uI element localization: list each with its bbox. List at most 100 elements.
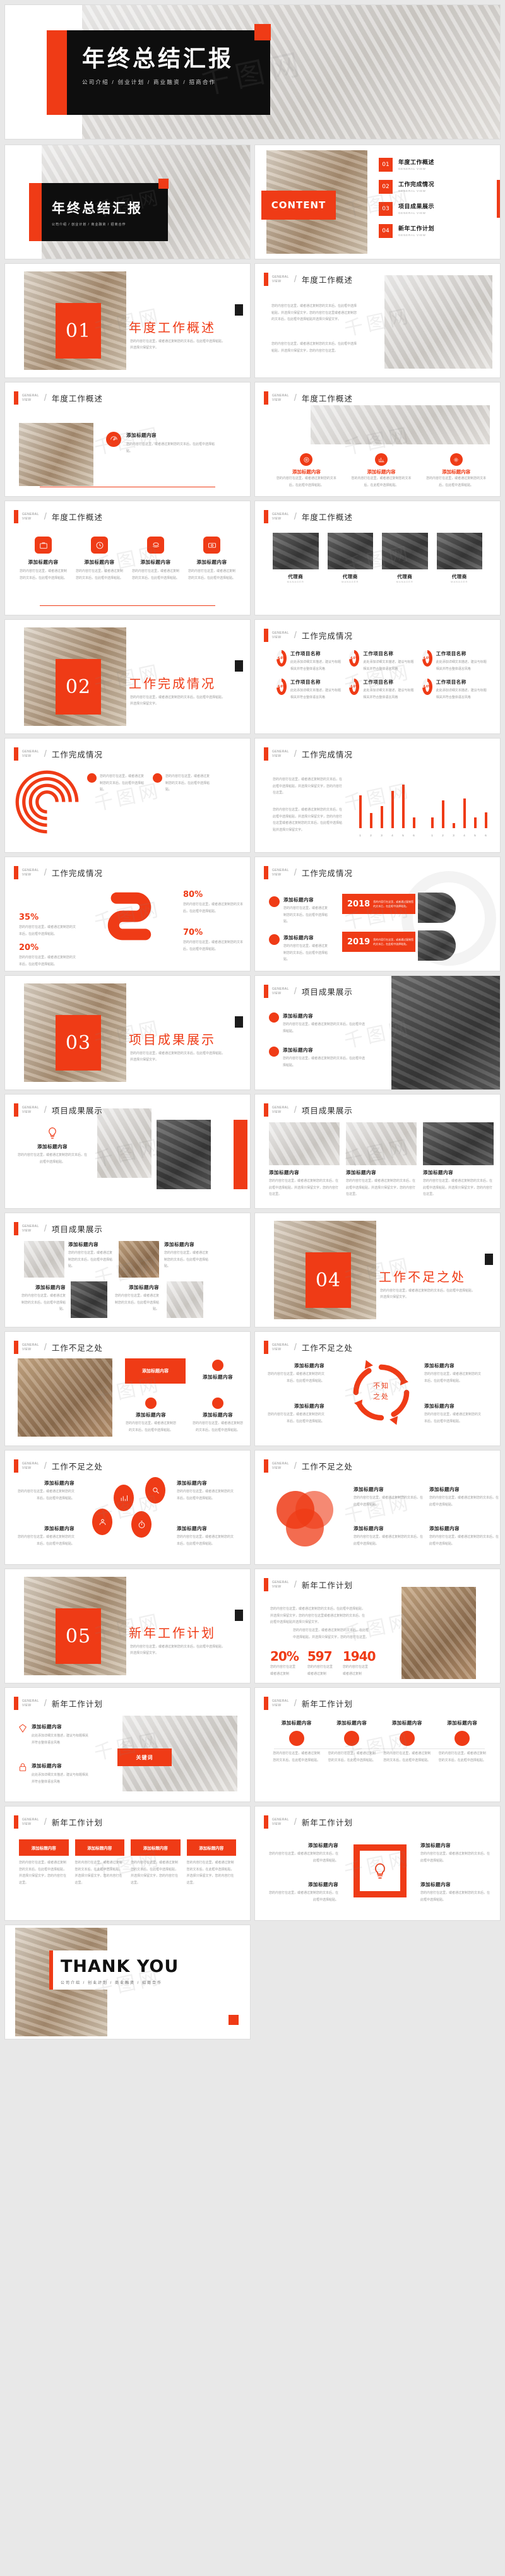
card-desc: 您的内容打在这里，或者通过复制您的文本后，在此框中选择粘贴，并选择只保留文字，您… — [346, 1179, 416, 1196]
header-general: GENERAL — [22, 513, 39, 517]
bar — [391, 791, 394, 828]
mosaic-text-1: 添加标题内容 您的内容打在这里，或者通过复制您的文本后，在此框中选择粘贴。 — [68, 1241, 114, 1270]
donut-value: 4.6% — [350, 685, 359, 689]
title: 添加标题内容 — [308, 1882, 338, 1887]
photo-3 — [71, 1281, 107, 1318]
title: 添加标题内容 — [447, 1720, 478, 1726]
slide-cover-variant[interactable]: 年终总结汇报 公司介绍 / 创业计划 / 商业融资 / 招商合作 千图网 — [5, 145, 250, 259]
bar-plot-area: 1 2 3 4 5 6 1 2 3 4 5 6 — [355, 775, 491, 837]
slide-plan-columns[interactable]: GENERAL VIEW / 新年工作计划 添加标题内容 您的内容打在这里，或者通… — [5, 1807, 250, 1920]
bar — [401, 785, 405, 828]
title: 添加标题内容 — [424, 1403, 454, 1409]
header-slash: / — [44, 867, 47, 878]
cover-red-square — [254, 24, 271, 40]
desc: 您的内容打在这里，或者通过复制您的文本后，在此框中选择粘贴。 — [429, 1496, 499, 1507]
header-general: GENERAL — [272, 1462, 289, 1466]
donut-desc: 此处添加详细文本描述，建议与标题相关并符合整体语言风格 — [290, 660, 342, 671]
gap-item-3: 添加标题内容 您的内容打在这里，或者通过复制您的文本后，在此框中选择粘贴。 — [192, 1398, 244, 1433]
icon-title: 添加标题内容 — [196, 559, 227, 565]
slide-plan-numbers[interactable]: GENERAL VIEW / 新年工作计划 您的内容打在这里，或者通过复制您的文本… — [255, 1569, 500, 1683]
slide-section-04[interactable]: 04 工作不足之处 您的内容打在这里，或者通过复制您的文本后，在此框中选择粘贴，… — [255, 1213, 500, 1327]
header-view: VIEW — [272, 872, 282, 877]
toc-item-4[interactable]: 04 新年工作计划 GENERAL VIEW — [379, 224, 491, 238]
toc-item-1[interactable]: 01 年度工作概述 GENERAL VIEW — [379, 158, 491, 172]
key-number-3: 1940 您的内容打在这里或者通过复制 — [343, 1649, 376, 1677]
subtitle: 公司介绍 / 创业计划 / 商业融资 / 招商合作 — [52, 223, 126, 227]
slide-progress-donuts[interactable]: GENERAL VIEW / 工作完成情况 4.6% 工作项目名称 此处添加详细文… — [255, 620, 500, 733]
slide-header: GENERAL VIEW / 年度工作概述 — [264, 510, 353, 523]
year-value: 2019 — [347, 937, 371, 947]
slide-plan-timeline[interactable]: GENERAL VIEW / 新年工作计划 添加标题内容 您的内容打在这里，或者通… — [255, 1688, 500, 1801]
donut-chart: 4.6% — [422, 679, 432, 695]
header-title: 年度工作概述 — [51, 394, 103, 403]
header-view: VIEW — [272, 635, 282, 639]
slide-gaps-ellipses[interactable]: GENERAL VIEW / 工作不足之处 添加标题内容 您的内容打在这里，或者通… — [5, 1451, 250, 1564]
slide-overview-three[interactable]: GENERAL VIEW / 年度工作概述 添加标题内容 您的内容打在这里，或者通… — [255, 383, 500, 496]
slide-percentages[interactable]: GENERAL VIEW / 工作完成情况 35% 您的内容打在这里，或者通过复制… — [5, 857, 250, 971]
slide-header: GENERAL VIEW / 项目成果展示 — [264, 985, 353, 998]
card-desc: 您的内容打在这里，或者通过复制您的文本后，在此框中选择粘贴，并选择只保留文字，您… — [423, 1179, 493, 1196]
member-name: 代理商 — [397, 574, 413, 579]
briefcase-icon — [35, 537, 52, 554]
slide-team[interactable]: GENERAL VIEW / 年度工作概述 代理商 MANAGER 代理商 MAN… — [255, 501, 500, 615]
spiral-item-2: 您的内容打在这里，或者通过复制您的文本后，在此框中选择粘贴。 — [153, 773, 211, 793]
result-title: 添加标题内容 — [283, 1047, 313, 1053]
icon-item-4: 添加标题内容 您的内容打在这里，或者通过复制您的文本后，在此框中选择粘贴。 — [187, 537, 236, 581]
slide-section-01[interactable]: 01 年度工作概述 您的内容打在这里，或者通过复制您的文本后，在此框中选择粘贴，… — [5, 264, 250, 377]
slide-overview-icons[interactable]: GENERAL VIEW / 年度工作概述 添加标题内容 您的内容打在这里，或者通… — [5, 383, 250, 496]
slide-results-icons[interactable]: GENERAL VIEW / 项目成果展示 添加标题内容 您的内容打在这里，或者通… — [5, 1095, 250, 1208]
header-slash: / — [44, 511, 47, 522]
header-tick — [14, 1697, 18, 1710]
header-view: VIEW — [22, 1703, 32, 1707]
slide-cover[interactable]: 年终总结汇报 公司介绍 / 创业计划 / 商业融资 / 招商合作 千图网 — [5, 5, 500, 139]
slide-plan-idea[interactable]: GENERAL VIEW / 新年工作计划 添加标题内容 您的内容打在这里，或者通… — [255, 1807, 500, 1920]
header-view: VIEW — [22, 1110, 32, 1114]
slide-bar-chart[interactable]: GENERAL VIEW / 工作完成情况 您的内容打在这里，或者通过复制您的文本… — [255, 739, 500, 852]
slide-section-02[interactable]: 02 工作完成情况 您的内容打在这里，或者通过复制您的文本后，在此框中选择粘贴，… — [5, 620, 250, 733]
photo-2 — [157, 1120, 211, 1189]
venn-text-2: 添加标题内容 您的内容打在这里，或者通过复制您的文本后，在此框中选择粘贴。 — [429, 1486, 500, 1508]
feature-1: 添加标题内容 您的内容打在这里，或者通过复制您的文本后，在此框中选择粘贴。 — [274, 453, 339, 489]
slide-header: GENERAL VIEW / 新年工作计划 — [264, 1578, 353, 1591]
header-slash: / — [44, 1342, 47, 1353]
check-icon — [269, 1012, 279, 1023]
header-view: VIEW — [272, 754, 282, 758]
donut-item-2: 4.6% 工作项目名称 此处添加详细文本描述，建议与标题相关并符合整体语言风格 — [349, 650, 415, 672]
toc-item-3[interactable]: 03 项目成果展示 GENERAL VIEW — [379, 202, 491, 216]
toc-title: 年度工作概述 — [398, 159, 435, 165]
gear-icon — [449, 453, 463, 466]
slide-section-03[interactable]: 03 项目成果展示 您的内容打在这里，或者通过复制您的文本后，在此框中选择粘贴，… — [5, 976, 250, 1089]
donut-title: 工作项目名称 — [290, 679, 321, 685]
slide-section-05[interactable]: 05 新年工作计划 您的内容打在这里，或者通过复制您的文本后，在此框中选择粘贴，… — [5, 1569, 250, 1683]
toc-en: GENERAL VIEW — [398, 234, 426, 237]
stopwatch-icon — [131, 1511, 152, 1538]
venn-text-3: 添加标题内容 您的内容打在这里，或者通过复制您的文本后，在此框中选择粘贴。 — [354, 1525, 424, 1547]
donut-desc: 此处添加详细文本描述，建议与标题相关并符合整体语言风格 — [363, 660, 414, 671]
donut-item-3: 4.6% 工作项目名称 此处添加详细文本描述，建议与标题相关并符合整体语言风格 — [422, 650, 489, 672]
header-general: GENERAL — [22, 1343, 39, 1348]
slide-gaps-hands[interactable]: GENERAL VIEW / 工作不足之处 添加标题内容 添加标题内容 添加标题内… — [5, 1332, 250, 1445]
header-general: GENERAL — [22, 869, 39, 873]
header-general: GENERAL — [272, 869, 289, 873]
header-title: 新年工作计划 — [51, 1818, 103, 1827]
slide-years[interactable]: GENERAL VIEW / 工作完成情况 添加标题内容 您的内容打在这里，或者通… — [255, 857, 500, 971]
slide-overview-four-icons[interactable]: GENERAL VIEW / 年度工作概述 添加标题内容 您的内容打在这里，或者通… — [5, 501, 250, 615]
slide-plan-keyword[interactable]: GENERAL VIEW / 新年工作计划 添加标题内容 此处添加详细文本描述，建… — [5, 1688, 250, 1801]
toc-number: 02 — [379, 180, 393, 194]
slide-gaps-cycle[interactable]: GENERAL VIEW / 工作不足之处 不知 之处 添加标题内容 您的内容打… — [255, 1332, 500, 1445]
slide-results-split[interactable]: GENERAL VIEW / 项目成果展示 添加标题内容 您的内容打在这里，或者通… — [255, 976, 500, 1089]
slide-spiral[interactable]: GENERAL VIEW / 工作完成情况 您的内容打在这里，或者通过复制您的文本… — [5, 739, 250, 852]
slide-overview-intro[interactable]: GENERAL VIEW / 年度工作概述 您的内容打在这里，或者通过复制您的文本… — [255, 264, 500, 377]
header-view: VIEW — [22, 1347, 32, 1351]
slide-results-three-photos[interactable]: GENERAL VIEW / 项目成果展示 添加标题内容 您的内容打在这里，或者通… — [255, 1095, 500, 1208]
plan-col-3: 添加标题内容 您的内容打在这里，或者通过复制您的文本后，在此框中选择粘贴，并选择… — [131, 1839, 181, 1886]
result-desc: 您的内容打在这里，或者通过复制您的文本后，在此框中选择粘贴。 — [283, 1023, 365, 1033]
ell-text-2: 添加标题内容 您的内容打在这里，或者通过复制您的文本后，在此框中选择粘贴。 — [177, 1480, 235, 1502]
slide-thank-you[interactable]: THANK YOU 公司介绍 / 创业计划 / 商业融资 / 招商合作 千图网 — [5, 1925, 250, 2039]
row-title: 添加标题内容 — [283, 897, 314, 903]
slide-table-of-contents[interactable]: CONTENT 01 年度工作概述 GENERAL VIEW 02 工作完成情况… — [255, 145, 500, 259]
toc-item-2[interactable]: 02 工作完成情况 GENERAL VIEW — [379, 180, 491, 194]
slide-gaps-venn[interactable]: GENERAL VIEW / 工作不足之处 添加标题内容 您的内容打在这里，或者通… — [255, 1451, 500, 1564]
pct-desc: 您的内容打在这里，或者通过复制您的文本后，在此框中选择粘贴。 — [183, 941, 244, 951]
slide-results-mosaic[interactable]: GENERAL VIEW / 项目成果展示 添加标题内容 您的内容打在这里，或者通… — [5, 1213, 250, 1327]
